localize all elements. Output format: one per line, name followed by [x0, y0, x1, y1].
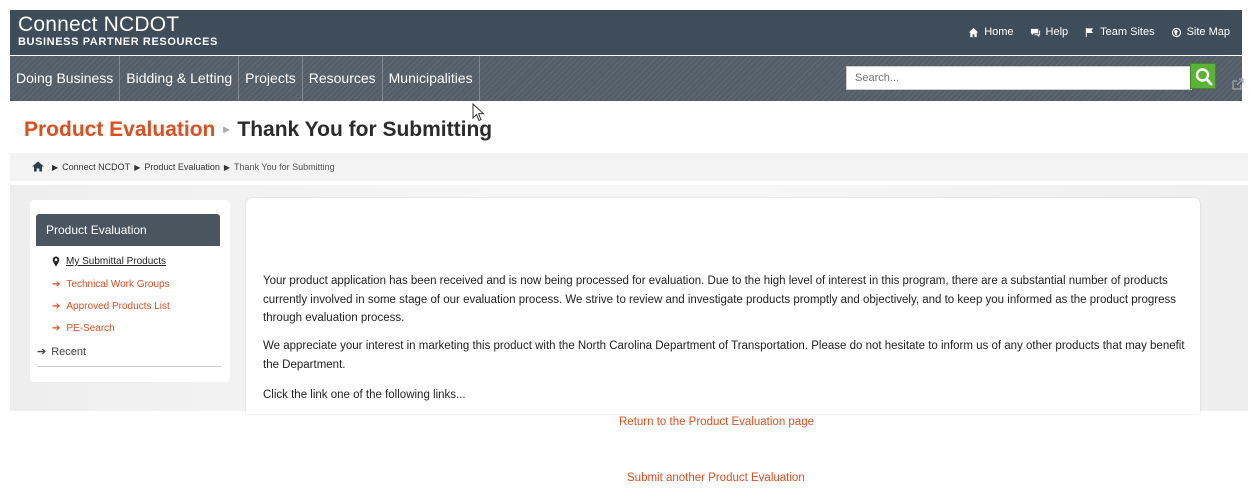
breadcrumb-home[interactable] — [32, 161, 48, 174]
breadcrumb-arrow-icon: ▶ — [134, 162, 141, 172]
sidebar-item-label: My Submittal Products — [66, 256, 167, 267]
return-to-product-evaluation-link[interactable]: Return to the Product Evaluation page — [619, 416, 814, 428]
title-separator-icon: ▸ — [223, 122, 230, 136]
breadcrumb-arrow-icon: ▶ — [223, 162, 231, 172]
nav-projects[interactable]: Projects — [239, 56, 303, 101]
breadcrumb-item[interactable]: Connect NCDOT — [62, 162, 130, 172]
sidebar-recent[interactable]: ➔ Recent — [37, 345, 87, 359]
main-nav: Doing Business Bidding & Letting Project… — [10, 56, 1244, 101]
sidebar-divider — [37, 366, 221, 367]
sidebar-item-label: PE-Search — [66, 323, 115, 334]
home-icon — [32, 161, 44, 171]
top-link-site-map[interactable]: Site Map — [1171, 26, 1230, 38]
appreciation-paragraph: We appreciate your interest in marketing… — [263, 340, 1185, 371]
page-title-current: Thank You for Submitting — [237, 118, 493, 141]
top-links: Home Help Team Sites Site Map — [968, 26, 1230, 38]
site-title: Connect NCDOT — [18, 13, 180, 36]
arrow-right-icon: ➔ — [37, 346, 47, 358]
nav-municipalities[interactable]: Municipalities — [383, 56, 480, 101]
submit-another-evaluation-link[interactable]: Submit another Product Evaluation — [627, 472, 805, 484]
sidebar-recent-label: Recent — [51, 345, 87, 358]
breadcrumb-item[interactable]: Product Evaluation — [144, 162, 220, 172]
confirmation-paragraph: Your product application has been receiv… — [263, 275, 1177, 324]
pin-icon — [52, 256, 60, 267]
site-header: Connect NCDOT BUSINESS PARTNER RESOURCES… — [10, 10, 1242, 55]
sidebar-item-my-submittal-products[interactable]: My Submittal Products — [52, 256, 166, 267]
site-logo[interactable]: Connect NCDOT BUSINESS PARTNER RESOURCES — [18, 14, 218, 49]
chat-icon — [1030, 28, 1040, 37]
breadcrumb: ▶ Connect NCDOT ▶ Product Evaluation ▶ T… — [10, 153, 1248, 181]
arrow-right-icon: ➔ — [52, 323, 61, 334]
top-link-team-sites[interactable]: Team Sites — [1084, 26, 1155, 38]
nav-resources[interactable]: Resources — [303, 56, 383, 101]
nav-doing-business[interactable]: Doing Business — [10, 56, 121, 101]
page-title-section[interactable]: Product Evaluation — [24, 118, 215, 141]
top-link-help[interactable]: Help — [1030, 26, 1069, 38]
home-icon — [969, 27, 979, 37]
top-link-label: Site Map — [1186, 26, 1230, 38]
instruction-paragraph: Click the link one of the following link… — [263, 389, 466, 401]
arrow-right-icon: ➔ — [52, 279, 61, 290]
page-title: Product Evaluation ▸ Thank You for Submitt… — [24, 118, 492, 142]
breadcrumb-arrow-icon: ▶ — [52, 162, 59, 172]
top-link-label: Team Sites — [1100, 26, 1155, 38]
sidebar-item-approved-products-list[interactable]: ➔ Approved Products List — [52, 301, 170, 312]
search-input[interactable] — [846, 66, 1192, 90]
top-link-home[interactable]: Home — [968, 26, 1014, 38]
search-button[interactable] — [1190, 63, 1216, 89]
share-icon[interactable] — [1232, 78, 1244, 90]
sidebar-header[interactable]: Product Evaluation — [36, 214, 220, 246]
flag-icon — [1085, 27, 1094, 37]
top-link-label: Help — [1045, 26, 1069, 38]
sidebar-item-technical-work-groups[interactable]: ➔ Technical Work Groups — [52, 279, 170, 290]
sidebar-item-label: Technical Work Groups — [66, 279, 170, 290]
globe-icon — [1171, 27, 1181, 37]
arrow-right-icon: ➔ — [52, 301, 61, 312]
sidebar-item-label: Approved Products List — [66, 301, 170, 312]
breadcrumb-current: Thank You for Submitting — [234, 162, 335, 172]
top-link-label: Home — [984, 26, 1014, 38]
site-subtitle: BUSINESS PARTNER RESOURCES — [18, 36, 218, 48]
sidebar-item-pe-search[interactable]: ➔ PE-Search — [52, 323, 115, 334]
nav-bidding-letting[interactable]: Bidding & Letting — [120, 56, 240, 101]
search-icon — [1195, 68, 1213, 86]
